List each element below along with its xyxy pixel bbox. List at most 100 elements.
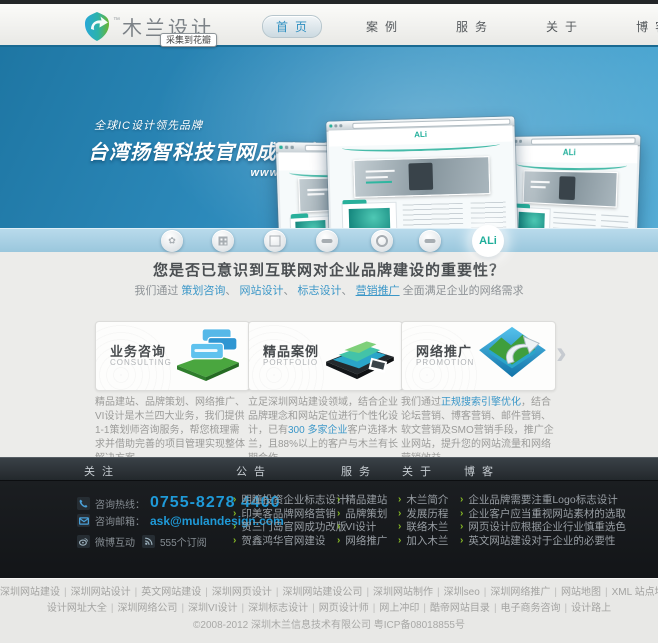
chevron-right-icon: › <box>337 494 341 505</box>
footer-link[interactable]: › 品牌策划 <box>337 508 387 521</box>
promotion-illustration-icon <box>473 323 551 386</box>
footer-title-band: 关注 公告 服务 关于 博客 <box>0 457 658 481</box>
footer-link-label: VI设计 <box>345 521 377 533</box>
carousel-next-icon[interactable]: › <box>556 336 567 368</box>
footer-link-label: 精品建站 <box>345 494 388 506</box>
link-webdesign[interactable]: 网站设计 <box>239 285 283 297</box>
card-subtitle: PROMOTION <box>416 358 475 367</box>
bottom-link[interactable]: XML 站点地图 <box>601 587 658 598</box>
card-description: 立足深圳网站建设领域，结合企业品牌理念和网站定位进行个性化设计，已有300 多家… <box>248 397 399 464</box>
consulting-illustration-icon <box>167 323 245 386</box>
footer-link-label: 企业品牌需要注重Logo标志设计 <box>468 494 618 506</box>
bottom-link[interactable]: 深圳网站建设公司 <box>272 587 363 598</box>
footer-about-list: › 木兰简介 › 发展历程 › 联络木兰 › 加入木兰 <box>398 494 448 548</box>
bottom-link[interactable]: 设计路上 <box>561 603 612 614</box>
card-description: 我们通过正规搜索引擎优化，结合论坛营销、博客营销、邮件营销、软文营销及SMO营销… <box>401 397 554 464</box>
bottom-link[interactable]: 电子商务咨询 <box>490 603 561 614</box>
bottom-link[interactable]: 深圳网络推广 <box>480 587 551 598</box>
client-logo-1[interactable]: ✿ <box>161 230 183 252</box>
bottom-link[interactable]: 英文网站建设 <box>131 587 202 598</box>
bottom-link[interactable]: 深圳网站制作 <box>362 587 433 598</box>
client-logo-5[interactable] <box>371 230 393 252</box>
bottom-link[interactable]: 网页设计师 <box>308 603 369 614</box>
card-promotion[interactable]: 网络推广 PROMOTION <box>401 321 556 391</box>
webpage-panel <box>552 209 597 228</box>
footer-link[interactable]: › 网络推广 <box>337 535 387 548</box>
chevron-right-icon: › <box>233 507 237 519</box>
footer-link[interactable]: › 精品建站 <box>337 494 387 507</box>
footer-link-label: 加入木兰 <box>406 534 449 547</box>
client-logo-ali-active[interactable]: ALi <box>472 225 504 257</box>
footer-link[interactable]: › 英文网站建设对于企业的必要性 <box>460 535 626 548</box>
footer-link-label: 发展历程 <box>406 507 449 520</box>
link-planning[interactable]: 策划咨询 <box>181 285 225 297</box>
webpage-header: ALi <box>508 145 638 172</box>
inline-link[interactable]: 正规搜索引擎优化 <box>441 397 521 408</box>
bottom-link[interactable]: 酷帝网站目录 <box>419 603 490 614</box>
footer-link[interactable]: › 企业客户应当重视网站素材的选取 <box>460 508 626 521</box>
footer-link[interactable]: › 联络木兰 <box>398 521 448 534</box>
footer-link[interactable]: › 木兰简介 <box>398 494 448 507</box>
footer-link[interactable]: › 明瞳投资企业标志设计 <box>233 494 346 507</box>
nav-item-about[interactable]: 关于 <box>532 15 592 38</box>
chevron-right-icon: › <box>398 521 402 532</box>
nav-item-cases[interactable]: 案例 <box>352 15 412 38</box>
copyright: ©2008-2012 深圳木兰信息技术有限公司 粤ICP备08018855号 <box>193 620 465 631</box>
weibo-row[interactable]: 微博互动 <box>77 534 135 549</box>
footer-link[interactable]: › 加入木兰 <box>398 535 448 548</box>
nav-item-services[interactable]: 服务 <box>442 15 502 38</box>
link-logodesign[interactable]: 标志设计 <box>298 285 342 297</box>
hero-banner[interactable]: ALi ALi 全球IC设计领先品牌 台湾扬智科技官网成功改版 <box>0 45 658 228</box>
client-logo-6[interactable] <box>419 230 441 252</box>
client-logo-3[interactable] <box>264 230 286 252</box>
bottom-link[interactable]: 深圳网站设计 <box>60 587 131 598</box>
nav-item-home[interactable]: 首页 <box>262 15 323 38</box>
client-logo-4[interactable] <box>316 230 338 252</box>
chevron-right-icon: › <box>460 494 464 505</box>
collect-to-huaban-button[interactable]: 采集到花瓣 <box>160 33 218 47</box>
footer-col-title-follow: 关注 <box>84 466 120 478</box>
leaf-logo-icon: ✿ <box>168 235 176 246</box>
banner-tagline: 全球IC设计领先品牌 <box>94 120 203 132</box>
footer-link[interactable]: › 贺鑫鸿华官网建设 <box>233 535 346 548</box>
bottom-link[interactable]: 网站地图 <box>550 587 601 598</box>
card-subtitle: CONSULTING <box>110 358 172 367</box>
bottom-link[interactable]: 深圳标志设计 <box>238 603 309 614</box>
teal-arc <box>516 159 628 172</box>
logo-leaf-icon <box>82 11 112 42</box>
ali-logo-label: ALi <box>479 235 497 247</box>
webpage-preview: ALi <box>328 125 516 228</box>
link-promotion[interactable]: 营销推广 <box>356 285 400 297</box>
browser-window-center: ALi <box>326 116 518 228</box>
footer-link-label: 印美客品牌网络营销 <box>241 507 336 520</box>
window-buttons-icon <box>329 124 343 128</box>
footer-link[interactable]: › 发展历程 <box>398 508 448 521</box>
bottom-link[interactable]: 深圳网页设计 <box>201 587 272 598</box>
footer-link-label: 贺三门岛官网成功改版 <box>241 521 347 533</box>
footer-link[interactable]: › 印美客品牌网络营销 <box>233 508 346 521</box>
webpage-panel <box>402 200 464 228</box>
chevron-right-icon: › <box>460 507 464 519</box>
footer-services-list: › 精品建站 › 品牌策划 › VI设计 › 网络推广 <box>337 494 387 548</box>
chevron-right-icon: › <box>233 494 237 505</box>
rss-row[interactable]: 555个订阅 <box>142 534 207 549</box>
bottom-link[interactable]: 深圳VI设计 <box>177 603 237 614</box>
footer-link[interactable]: › 贺三门岛官网成功改版 <box>233 521 346 534</box>
bottom-link[interactable]: 深圳网站建设 <box>0 587 60 598</box>
footer-link-label: 木兰简介 <box>406 494 449 506</box>
footer-link[interactable]: › 企业品牌需要注重Logo标志设计 <box>460 494 626 507</box>
envelope-icon <box>77 514 90 527</box>
card-portfolio[interactable]: 精品案例 PORTFOLIO <box>248 321 403 391</box>
nav-item-blog[interactable]: 博客 <box>622 15 658 38</box>
footer-link[interactable]: › VI设计 <box>337 521 387 534</box>
bottom-link[interactable]: 设计网址大全 <box>47 603 107 614</box>
inline-link[interactable]: 300 多家企业 <box>288 425 347 436</box>
bottom-link[interactable]: 深圳网络公司 <box>107 603 178 614</box>
bottom-link[interactable]: 深圳seo <box>433 587 480 598</box>
card-consulting[interactable]: 业务咨询 CONSULTING <box>95 321 250 391</box>
client-logo-2[interactable] <box>212 230 234 252</box>
seo-links-row-1: 深圳网站建设深圳网站设计英文网站建设深圳网页设计深圳网站建设公司深圳网站制作深圳… <box>0 583 658 598</box>
footer-link[interactable]: › 网页设计应根据企业行业慎重选色 <box>460 521 626 534</box>
bottom-link[interactable]: 网上冲印 <box>369 603 420 614</box>
webpage-panel <box>513 203 551 228</box>
